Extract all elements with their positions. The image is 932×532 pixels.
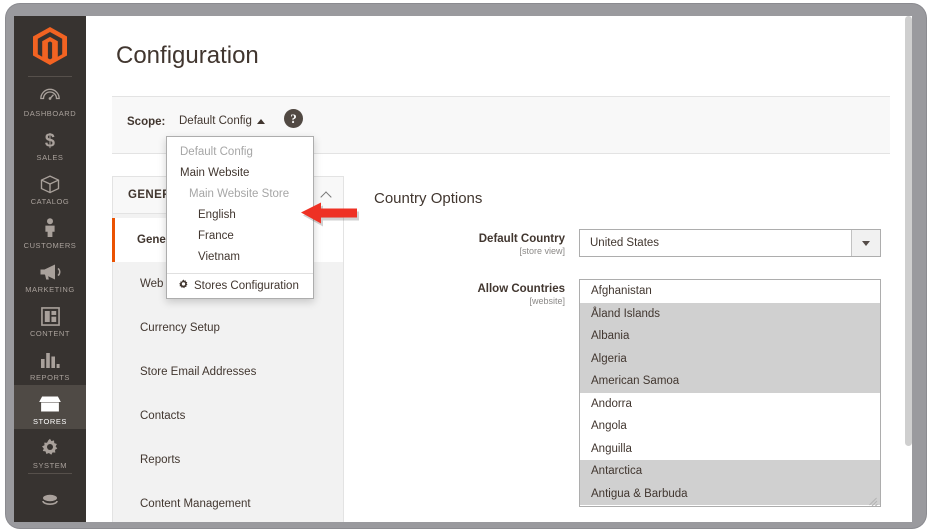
config-nav-item-contacts[interactable]: Contacts: [113, 394, 343, 438]
page-title: Configuration: [116, 42, 259, 69]
scope-label: Scope:: [127, 116, 166, 128]
scope-option-default-config: Default Config: [167, 142, 313, 163]
config-nav-item-reports[interactable]: Reports: [113, 438, 343, 482]
default-country-select[interactable]: United States: [579, 229, 881, 257]
admin-sidebar: DASHBOARD $ SALES CATALOG CUSTOMERS MARK…: [14, 16, 86, 522]
magento-logo-icon[interactable]: [14, 16, 86, 76]
config-nav-item-label: Currency Setup: [140, 322, 220, 334]
sidebar-item-label: CATALOG: [30, 197, 70, 206]
sidebar-item-system[interactable]: SYSTEM: [14, 429, 86, 473]
page-scrollbar[interactable]: [905, 16, 912, 522]
config-nav-item-label: Store Email Addresses: [140, 366, 257, 378]
scope-dropdown-menu: Default Config Main Website Main Website…: [166, 136, 314, 299]
sidebar-item-label: CONTENT: [29, 329, 71, 338]
sidebar-item-marketing[interactable]: MARKETING: [14, 253, 86, 297]
select-dropdown-button[interactable]: [851, 230, 880, 256]
scope-current-value: Default Config: [179, 115, 252, 127]
caret-down-icon: [862, 240, 870, 246]
question-mark-icon[interactable]: ?: [284, 109, 303, 128]
allow-countries-multiselect[interactable]: Afghanistan Åland Islands Albania Algeri…: [579, 279, 881, 507]
list-item[interactable]: Algeria: [580, 347, 880, 370]
chevron-up-icon[interactable]: [320, 190, 332, 203]
box-icon: [40, 174, 60, 194]
config-nav-item-store-email-addresses[interactable]: Store Email Addresses: [113, 350, 343, 394]
config-nav-item-content-management[interactable]: Content Management: [113, 482, 343, 522]
scope-option-vietnam[interactable]: Vietnam: [167, 247, 313, 268]
sidebar-item-label: MARKETING: [25, 285, 75, 294]
megaphone-icon: [39, 262, 61, 282]
field-scope-hint: [website]: [529, 296, 565, 306]
gear-icon: [40, 438, 60, 458]
scope-option-label: Main Website: [180, 167, 250, 179]
sidebar-item-label: STORES: [32, 417, 67, 426]
settings-panel: Country Options Default Country [store v…: [356, 176, 912, 507]
field-scope-hint: [store view]: [519, 246, 565, 256]
list-item[interactable]: Åland Islands: [580, 302, 880, 325]
scope-group-main-website-store: Main Website Store: [167, 184, 313, 205]
sidebar-item-stores[interactable]: STORES: [14, 385, 86, 429]
sidebar-item-catalog[interactable]: CATALOG: [14, 165, 86, 209]
field-allow-countries: Allow Countries [website] Afghanistan Ål…: [374, 279, 912, 507]
field-control: United States: [579, 229, 912, 257]
config-nav-item-label: Reports: [140, 454, 181, 466]
config-nav-item-label: Content Management: [140, 498, 251, 510]
scrollbar-thumb[interactable]: [905, 16, 912, 446]
list-item[interactable]: Angola: [580, 415, 880, 438]
sidebar-item-sales[interactable]: $ SALES: [14, 121, 86, 165]
scope-option-label: Vietnam: [198, 251, 240, 263]
browser-window-frame: DASHBOARD $ SALES CATALOG CUSTOMERS MARK…: [6, 4, 926, 528]
list-item[interactable]: Antigua & Barbuda: [580, 482, 880, 505]
sidebar-item-label: SYSTEM: [32, 461, 68, 470]
stores-configuration-label: Stores Configuration: [194, 280, 299, 292]
sidebar-item-extensions[interactable]: [14, 474, 86, 518]
gear-icon: [178, 277, 189, 295]
window-content: DASHBOARD $ SALES CATALOG CUSTOMERS MARK…: [14, 16, 912, 522]
list-item[interactable]: Antarctica: [580, 460, 880, 483]
sidebar-item-label: DASHBOARD: [23, 109, 77, 118]
sidebar-item-label: CUSTOMERS: [23, 241, 77, 250]
list-item[interactable]: American Samoa: [580, 370, 880, 393]
svg-text:$: $: [45, 130, 55, 150]
list-item[interactable]: Andorra: [580, 393, 880, 416]
caret-up-icon: [256, 118, 265, 124]
sidebar-item-customers[interactable]: CUSTOMERS: [14, 209, 86, 253]
scope-option-main-website[interactable]: Main Website: [167, 163, 313, 184]
list-item[interactable]: Albania: [580, 325, 880, 348]
layout-icon: [40, 306, 60, 326]
help-glyph: ?: [290, 110, 297, 126]
sidebar-item-label: REPORTS: [30, 373, 70, 382]
scope-option-label: English: [198, 209, 236, 221]
extensions-icon: [39, 491, 61, 511]
config-nav-item-label: Web: [140, 278, 164, 290]
main-content: Configuration Scope: Default Config ? GE…: [86, 16, 912, 522]
scope-option-english[interactable]: English: [167, 205, 313, 226]
field-default-country: Default Country [store view] United Stat…: [374, 229, 912, 257]
settings-section-title: Country Options: [374, 190, 483, 207]
config-nav-item-currency-setup[interactable]: Currency Setup: [113, 306, 343, 350]
scope-switcher[interactable]: Default Config: [179, 115, 265, 127]
default-country-value: United States: [590, 237, 660, 249]
scope-group-label: Main Website Store: [189, 188, 290, 200]
sidebar-item-label: SALES: [36, 153, 64, 162]
field-control: Afghanistan Åland Islands Albania Algeri…: [579, 279, 912, 507]
list-item[interactable]: Afghanistan: [580, 280, 880, 303]
bar-chart-icon: [40, 350, 60, 370]
storefront-icon: [39, 394, 61, 414]
dollar-icon: $: [43, 130, 57, 150]
field-label: Default Country: [478, 233, 565, 245]
list-item[interactable]: Anguilla: [580, 438, 880, 461]
config-nav-item-label: Contacts: [140, 410, 186, 422]
field-label-wrap: Default Country [store view]: [374, 229, 579, 257]
dashboard-icon: [40, 86, 60, 106]
sidebar-item-reports[interactable]: REPORTS: [14, 341, 86, 385]
field-label-wrap: Allow Countries [website]: [374, 279, 579, 507]
person-icon: [43, 218, 57, 238]
field-label: Allow Countries: [477, 283, 565, 295]
scope-option-label: France: [198, 230, 234, 242]
stores-configuration-link[interactable]: Stores Configuration: [167, 273, 313, 298]
scope-option-label: Default Config: [180, 146, 253, 158]
sidebar-item-dashboard[interactable]: DASHBOARD: [14, 77, 86, 121]
scope-option-france[interactable]: France: [167, 226, 313, 247]
sidebar-item-content[interactable]: CONTENT: [14, 297, 86, 341]
